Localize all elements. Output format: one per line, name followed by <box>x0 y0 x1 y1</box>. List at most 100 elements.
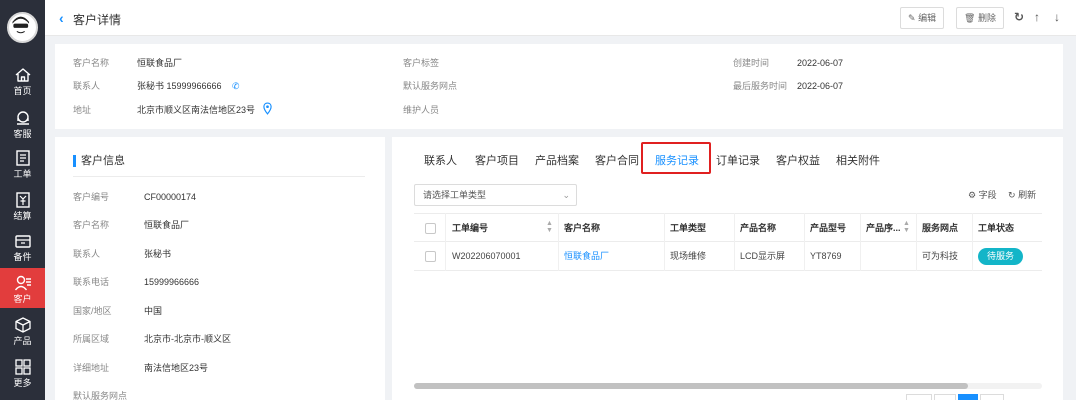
sidebar-item-customer[interactable]: 客户 <box>0 268 45 308</box>
sort-icon[interactable]: ▲ ▼ <box>903 220 910 234</box>
horizontal-scrollbar[interactable] <box>414 383 1042 389</box>
column-divider <box>804 213 805 271</box>
pagination-next[interactable] <box>980 394 1004 400</box>
section-divider <box>73 176 365 177</box>
refresh-icon[interactable]: ↻ <box>1014 10 1024 24</box>
phone-icon[interactable]: ✆ <box>232 80 240 92</box>
sidebar-item-label: 结算 <box>13 211 32 221</box>
sidebar-item-more[interactable]: 更多 <box>0 352 45 392</box>
address-value: 北京市顺义区南法信地区23号 <box>137 105 256 115</box>
delete-button[interactable]: 🗑 删除 <box>956 7 1004 29</box>
info-label: 联系人 <box>73 249 101 259</box>
sidebar-item-home[interactable]: 首页 <box>0 60 45 100</box>
back-arrow-icon[interactable]: ‹ <box>59 10 64 26</box>
column-header[interactable]: 工单类型 <box>670 223 706 234</box>
tab-projects[interactable]: 客户项目 <box>475 154 519 168</box>
settlement-icon <box>15 192 30 208</box>
info-value: 恒联食品厂 <box>144 220 190 230</box>
order-type-cell: 现场维修 <box>670 251 707 261</box>
avatar-icon <box>11 16 31 37</box>
scrollbar-thumb[interactable] <box>414 383 968 389</box>
table-header: 工单编号 ▲ ▼ 客户名称 工单类型 产品名称 产品型号 产品序... ▲ ▼ 服务… <box>414 213 1042 242</box>
tab-attachments[interactable]: 相关附件 <box>836 154 880 168</box>
tab-contracts[interactable]: 客户合同 <box>595 154 639 168</box>
customer-icon <box>14 275 31 291</box>
column-header[interactable]: 服务网点 <box>922 223 958 234</box>
info-label: 客户名称 <box>73 220 110 230</box>
info-value: 张秘书 <box>144 249 172 259</box>
info-value: 中国 <box>144 306 163 316</box>
sidebar-item-work-order[interactable]: 工单 <box>0 143 45 183</box>
headset-icon <box>16 111 29 125</box>
order-number-cell: W202206070001 <box>452 251 521 261</box>
product-model-cell: YT8769 <box>810 251 842 261</box>
edit-button[interactable]: ✎ 编辑 <box>900 7 945 29</box>
location-pin-icon[interactable] <box>263 102 272 118</box>
sidebar-item-label: 更多 <box>13 378 32 388</box>
fields-button[interactable]: ⚙ 字段 <box>968 189 997 201</box>
last-service-label: 最后服务时间 <box>733 81 788 91</box>
service-site-cell: 可为科技 <box>922 251 959 261</box>
default-site-label: 默认服务网点 <box>403 81 458 91</box>
info-label: 所属区域 <box>73 334 110 344</box>
customer-name-label: 客户名称 <box>73 58 110 68</box>
sidebar-item-settlement[interactable]: 结算 <box>0 185 45 225</box>
gear-icon: ⚙ <box>968 190 977 200</box>
arrow-up-icon[interactable]: ↑ <box>1034 10 1040 24</box>
customer-name-link[interactable]: 恒联食品厂 <box>564 251 609 262</box>
table-row[interactable]: W202206070001 恒联食品厂 现场维修 LCD显示屏 YT8769 可… <box>414 242 1042 271</box>
select-all-checkbox[interactable] <box>425 223 436 234</box>
info-value: 15999966666 <box>144 277 200 287</box>
page-title: 客户详情 <box>73 13 122 27</box>
customer-name-value: 恒联食品厂 <box>137 58 183 68</box>
info-value: 南法信地区23号 <box>144 363 209 373</box>
column-header[interactable]: 产品名称 <box>740 223 776 234</box>
customer-tags-label: 客户标签 <box>403 58 440 68</box>
column-divider <box>916 213 917 271</box>
column-header[interactable]: 产品序... <box>866 223 901 234</box>
refresh-icon: ↻ <box>1008 190 1016 200</box>
tab-benefits[interactable]: 客户权益 <box>776 154 820 168</box>
work-order-icon <box>15 150 30 166</box>
sidebar-item-service[interactable]: 客服 <box>0 103 45 143</box>
trash-icon: 🗑 <box>964 13 976 23</box>
column-divider <box>664 213 665 271</box>
created-time-label: 创建时间 <box>733 58 770 68</box>
work-order-type-select[interactable]: 请选择工单类型 ⌄ <box>414 184 577 206</box>
sort-icon[interactable]: ▲ ▼ <box>546 220 553 234</box>
column-divider <box>734 213 735 271</box>
info-label: 客户编号 <box>73 192 110 202</box>
pagination-current-page[interactable] <box>958 394 978 400</box>
column-header[interactable]: 工单编号 <box>452 223 488 234</box>
arrow-down-icon[interactable]: ↓ <box>1054 10 1060 24</box>
sidebar-item-label: 客户 <box>13 294 32 304</box>
sidebar-item-parts[interactable]: 备件 <box>0 226 45 266</box>
tab-order-records[interactable]: 订单记录 <box>716 154 760 168</box>
status-badge: 待服务 <box>978 248 1024 265</box>
sidebar-item-label: 备件 <box>13 252 32 262</box>
product-icon <box>14 317 31 333</box>
refresh-button[interactable]: ↻ 刷新 <box>1008 189 1036 201</box>
tab-contacts[interactable]: 联系人 <box>424 154 457 168</box>
parts-icon <box>14 235 31 248</box>
column-header[interactable]: 工单状态 <box>978 223 1014 234</box>
grid-icon <box>14 359 31 375</box>
row-checkbox[interactable] <box>425 251 436 262</box>
column-divider <box>860 213 861 271</box>
sidebar-item-product[interactable]: 产品 <box>0 310 45 350</box>
info-label: 默认服务网点 <box>73 391 128 400</box>
column-divider <box>558 213 559 271</box>
maintainer-label: 维护人员 <box>403 105 440 115</box>
column-header[interactable]: 客户名称 <box>564 223 600 234</box>
pagination-prev[interactable] <box>906 394 932 400</box>
tab-highlight-box <box>641 142 711 174</box>
info-value: CF00000174 <box>144 192 197 202</box>
pagination-page[interactable] <box>934 394 956 400</box>
product-name-cell: LCD显示屏 <box>740 251 786 261</box>
tab-product-files[interactable]: 产品档案 <box>535 154 579 168</box>
avatar[interactable] <box>7 12 38 43</box>
column-header[interactable]: 产品型号 <box>810 223 846 234</box>
info-label: 详细地址 <box>73 363 110 373</box>
info-value: 北京市-北京市-顺义区 <box>144 334 231 344</box>
sidebar-item-label: 客服 <box>13 129 32 139</box>
